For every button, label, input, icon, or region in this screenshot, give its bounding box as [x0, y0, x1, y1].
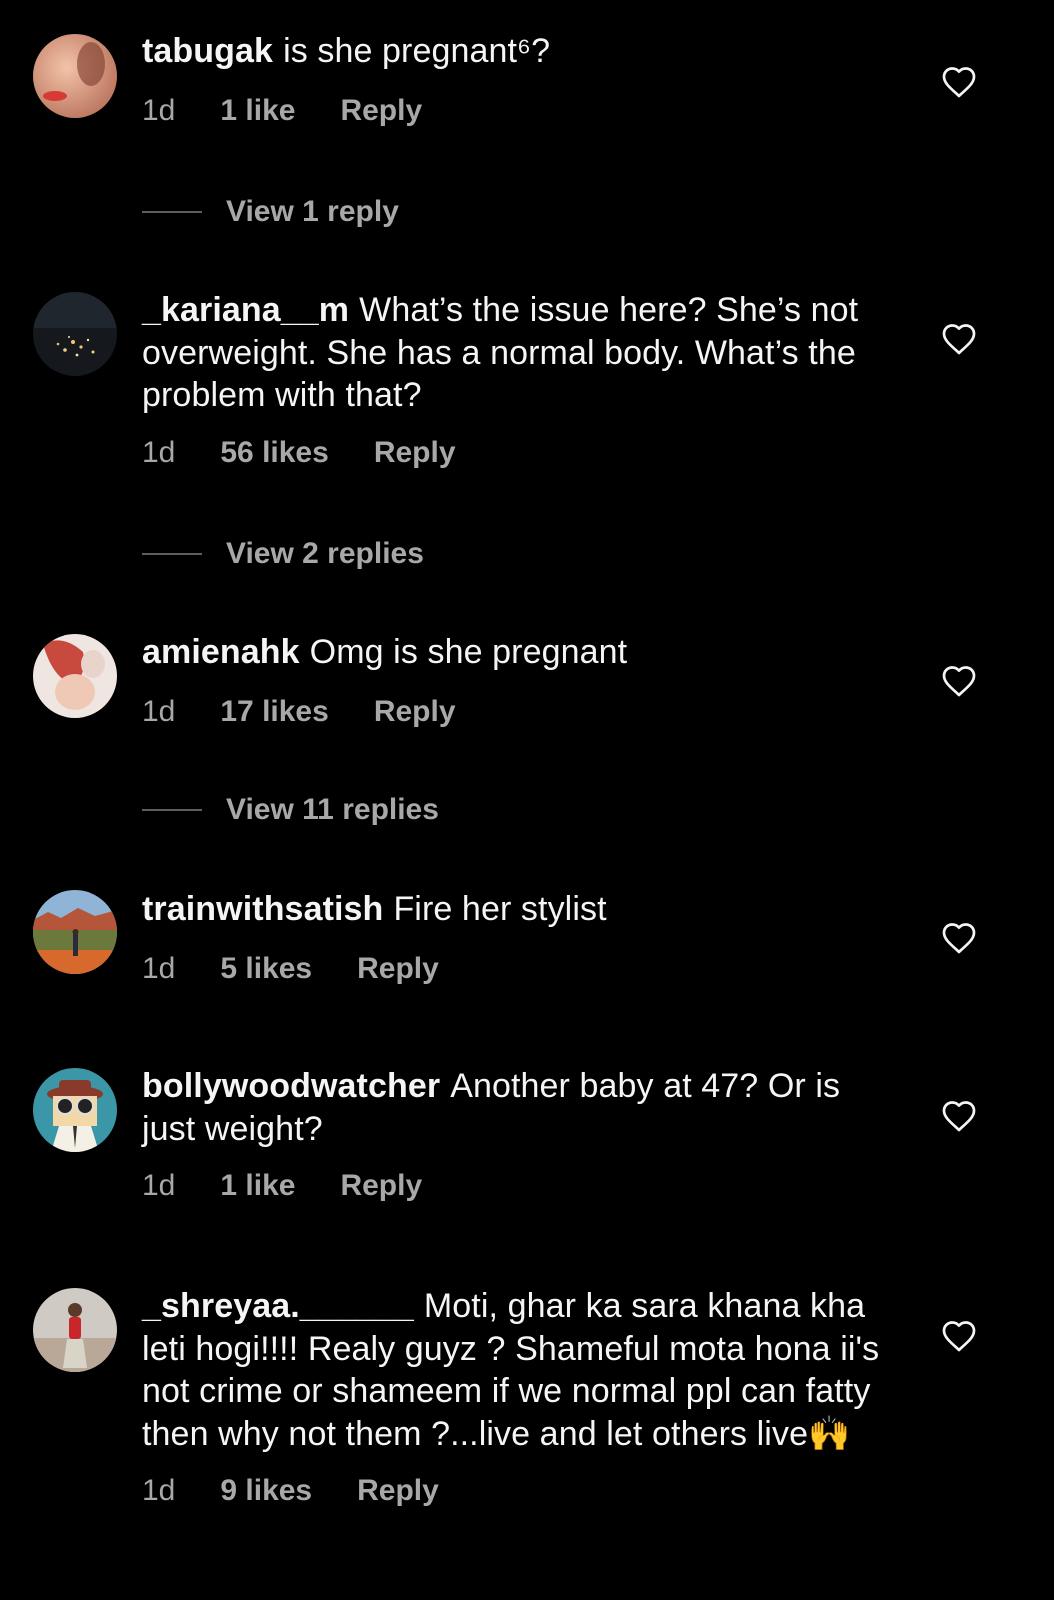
comment-username[interactable]: _kariana__m [142, 291, 349, 329]
comment-username[interactable]: amienahk [142, 633, 300, 671]
view-replies-button[interactable]: View 2 replies [142, 536, 424, 572]
avatar[interactable] [33, 634, 117, 718]
comment-meta: 1d 9 likes Reply [142, 1473, 902, 1509]
avatar[interactable] [33, 292, 117, 376]
reply-button[interactable]: Reply [374, 694, 456, 730]
avatar-image [33, 1288, 117, 1372]
avatar-image [33, 634, 117, 718]
replies-divider-line [142, 211, 202, 213]
comment-time: 1d [142, 93, 176, 127]
view-replies-button[interactable]: View 1 reply [142, 194, 399, 230]
comment-text-block: _kariana__m What’s the issue here? She’s … [142, 289, 902, 417]
reply-button[interactable]: Reply [357, 951, 439, 987]
reply-button[interactable]: Reply [374, 435, 456, 471]
comment-username[interactable]: bollywoodwatcher [142, 1067, 440, 1105]
replies-divider-line [142, 809, 202, 811]
comment-username[interactable]: _shreyaa.______ [142, 1287, 414, 1325]
avatar[interactable] [33, 1068, 117, 1152]
comment-text-block: _shreyaa.______ Moti, ghar ka sara khana … [142, 1285, 902, 1455]
comment-meta: 1d 1 like Reply [142, 1168, 902, 1204]
avatar[interactable] [33, 890, 117, 974]
heart-icon[interactable] [941, 322, 977, 356]
comment-text-block: trainwithsatish Fire her stylist [142, 888, 902, 931]
comment-meta: 1d 5 likes Reply [142, 951, 902, 987]
comment-text: Omg is she pregnant [309, 633, 628, 671]
comment-meta: 1d 1 like Reply [142, 93, 902, 129]
comment-time: 1d [142, 1169, 176, 1202]
comment-likes[interactable]: 1 like [220, 93, 295, 129]
comment-likes[interactable]: 56 likes [220, 435, 328, 471]
comment-meta: 1d 17 likes Reply [142, 694, 902, 730]
avatar[interactable] [33, 34, 117, 118]
comment-text: is she pregnant⁶? [283, 32, 551, 70]
reply-button[interactable]: Reply [357, 1473, 439, 1509]
comment-username[interactable]: trainwithsatish [142, 890, 383, 928]
comment-likes[interactable]: 17 likes [220, 694, 328, 730]
view-replies-label: View 2 replies [226, 537, 424, 570]
view-replies-label: View 1 reply [226, 195, 399, 228]
reply-button[interactable]: Reply [340, 93, 422, 129]
avatar-image [33, 890, 117, 974]
avatar[interactable] [33, 1288, 117, 1372]
comment-likes[interactable]: 5 likes [220, 951, 312, 987]
comment-time: 1d [142, 694, 176, 728]
comment-likes[interactable]: 1 like [220, 1168, 295, 1204]
reply-button[interactable]: Reply [340, 1168, 422, 1204]
comment-time: 1d [142, 1474, 176, 1507]
comment-text-block: amienahk Omg is she pregnant [142, 631, 902, 674]
avatar-image [33, 292, 117, 376]
comment-text: Fire her stylist [393, 890, 607, 928]
view-replies-button[interactable]: View 11 replies [142, 792, 439, 828]
avatar-image [33, 1068, 117, 1152]
comment-text-block: bollywoodwatcher Another baby at 47? Or i… [142, 1065, 902, 1150]
heart-icon[interactable] [941, 1099, 977, 1133]
comment-text-block: tabugak is she pregnant⁶? [142, 30, 902, 73]
comment-username[interactable]: tabugak [142, 32, 273, 70]
heart-icon[interactable] [941, 921, 977, 955]
comment-time: 1d [142, 435, 176, 469]
view-replies-label: View 11 replies [226, 793, 439, 826]
replies-divider-line [142, 553, 202, 555]
heart-icon[interactable] [941, 664, 977, 698]
avatar-image [33, 34, 117, 118]
heart-icon[interactable] [941, 1319, 977, 1353]
comment-time: 1d [142, 951, 176, 985]
heart-icon[interactable] [941, 65, 977, 99]
comment-meta: 1d 56 likes Reply [142, 435, 902, 471]
comment-likes[interactable]: 9 likes [220, 1473, 312, 1509]
